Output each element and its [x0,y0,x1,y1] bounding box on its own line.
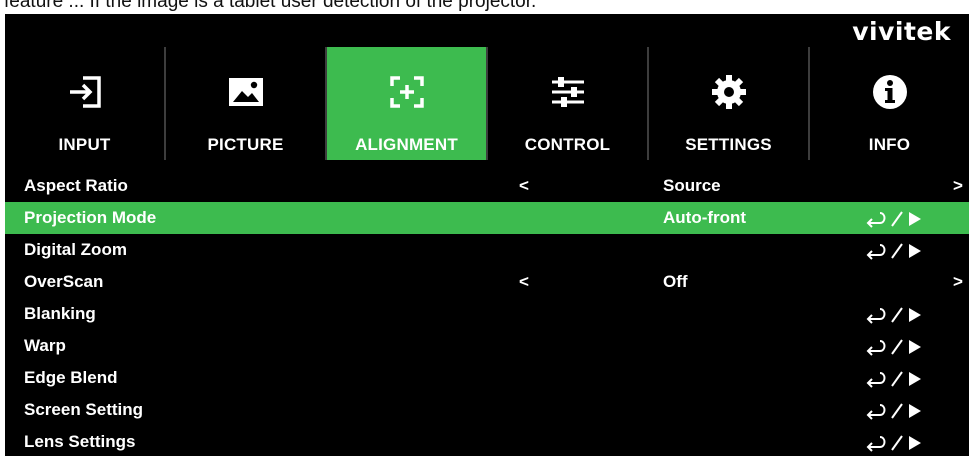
osd-menu: vivitek INPUT PICTURE ALIGNMENT CONTROL [5,14,969,456]
tab-info[interactable]: INFO [810,47,969,160]
enter-arrow-icon[interactable] [865,209,927,229]
tab-settings[interactable]: SETTINGS [649,47,808,160]
tab-label: ALIGNMENT [355,135,458,154]
menu-item-label: Lens Settings [24,432,136,451]
menu-row-warp[interactable]: Warp [5,330,969,362]
menu-item-label: Screen Setting [24,400,144,419]
left-arrow[interactable]: < [519,272,529,292]
gear-icon [710,73,748,111]
menu-item-label: Blanking [24,304,96,323]
menu-row-aspect-ratio[interactable]: Aspect Ratio < Source > [5,170,969,202]
overscan-value: Off [663,272,688,291]
menu-item-label: Projection Mode [24,208,157,227]
info-icon [871,73,909,111]
enter-arrow-icon[interactable] [865,305,927,325]
right-arrow[interactable]: > [953,176,963,196]
menu-row-projection-mode[interactable]: Projection Mode Auto-front [5,202,969,234]
tab-input[interactable]: INPUT [5,47,164,160]
right-arrow[interactable]: > [953,272,963,292]
tab-label: SETTINGS [685,135,772,154]
menu-row-edge-blend[interactable]: Edge Blend [5,362,969,394]
tab-bar: INPUT PICTURE ALIGNMENT CONTROL SETTINGS [5,47,969,160]
projection-mode-value: Auto-front [663,208,747,227]
input-icon [66,73,104,111]
menu-item-label: Aspect Ratio [24,176,128,195]
document-caption: feature ... If the image is a tablet use… [4,0,537,12]
aspect-ratio-value: Source [663,176,721,195]
brand-logo: vivitek [852,17,951,46]
menu-row-screen-setting[interactable]: Screen Setting [5,394,969,426]
tab-label: PICTURE [207,135,284,154]
enter-arrow-icon[interactable] [865,401,927,421]
tab-label: INPUT [58,135,111,154]
picture-icon [227,73,265,111]
menu-item-label: Warp [24,336,66,355]
enter-arrow-icon[interactable] [865,433,927,453]
enter-arrow-icon[interactable] [865,369,927,389]
tab-control[interactable]: CONTROL [488,47,647,160]
menu-row-overscan[interactable]: OverScan < Off > [5,266,969,298]
control-sliders-icon [549,73,587,111]
tab-label: CONTROL [524,135,611,154]
tab-picture[interactable]: PICTURE [166,47,325,160]
menu-row-digital-zoom[interactable]: Digital Zoom [5,234,969,266]
tab-alignment[interactable]: ALIGNMENT [327,47,486,160]
enter-arrow-icon[interactable] [865,241,927,261]
menu-row-lens-settings[interactable]: Lens Settings [5,426,969,458]
alignment-menu: Aspect Ratio < Source > Projection Mode … [5,170,969,458]
top-bar: vivitek [5,14,969,47]
enter-arrow-icon[interactable] [865,337,927,357]
menu-item-label: Digital Zoom [24,240,127,259]
left-arrow[interactable]: < [519,176,529,196]
menu-item-label: OverScan [24,272,104,291]
menu-row-blanking[interactable]: Blanking [5,298,969,330]
tab-label: INFO [868,135,911,154]
menu-item-label: Edge Blend [24,368,118,387]
alignment-icon [388,73,426,111]
